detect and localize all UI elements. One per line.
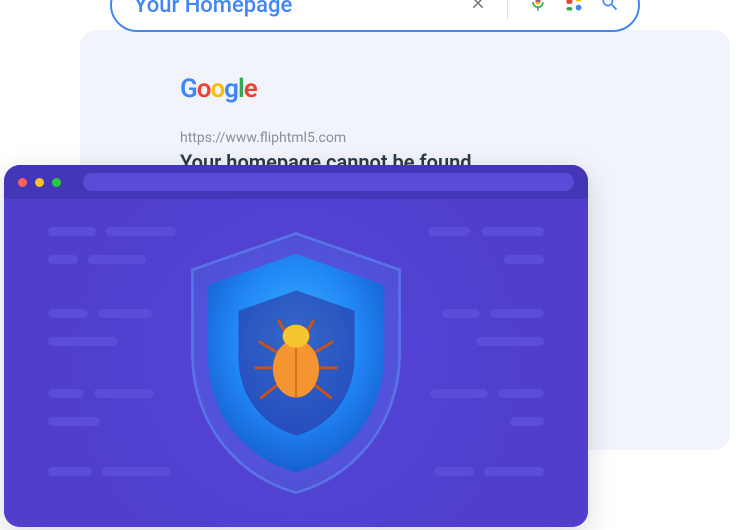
search-bar[interactable]: Your Homepage [110,0,640,32]
skeleton-line [48,337,118,346]
skeleton-line [88,255,146,264]
zoom-dot[interactable] [52,178,61,187]
search-input[interactable]: Your Homepage [134,0,469,18]
skeleton-line [48,309,88,318]
minimize-dot[interactable] [35,178,44,187]
skeleton-line [48,389,84,398]
search-icon[interactable] [600,0,620,17]
voice-search-icon[interactable] [528,0,548,17]
skeleton-line [476,337,544,346]
image-search-icon[interactable] [564,0,584,17]
skeleton-line [48,467,92,476]
skeleton-line [484,467,544,476]
skeleton-line [48,255,78,264]
skeleton-line [98,309,152,318]
skeleton-line [428,227,470,236]
skeleton-line [442,309,480,318]
address-bar [83,173,574,191]
search-icon-group [469,0,620,19]
google-logo: Google [180,74,257,104]
skeleton-line [48,227,96,236]
shield-illustration [166,223,426,503]
skeleton-line [434,467,474,476]
skeleton-line [498,389,544,398]
window-body [4,199,588,527]
skeleton-line [490,309,544,318]
skeleton-line [48,417,100,426]
skeleton-line [510,417,544,426]
skeleton-line [102,467,170,476]
result-url: https://www.fliphtml5.com [180,130,346,146]
skeleton-line [430,389,488,398]
bug-icon [248,313,344,413]
clear-icon[interactable] [469,0,487,16]
divider [507,0,508,19]
skeleton-line [482,227,544,236]
window-titlebar [4,165,588,199]
skeleton-line [94,389,154,398]
skeleton-line [504,255,544,264]
close-dot[interactable] [18,178,27,187]
security-window [4,165,588,527]
